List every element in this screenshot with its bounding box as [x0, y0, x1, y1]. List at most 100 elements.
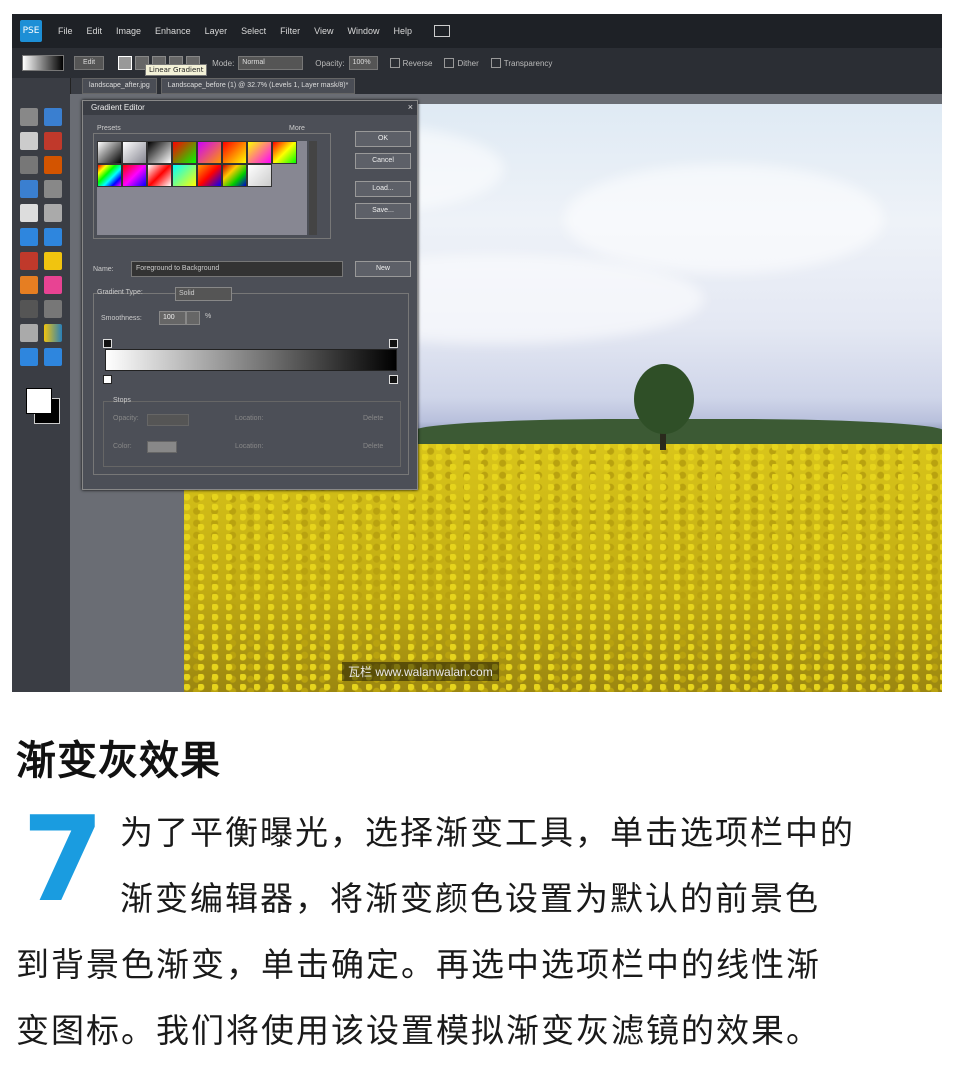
close-icon[interactable]: × — [408, 102, 413, 112]
preset-swatch[interactable] — [222, 164, 247, 187]
transparency-label: Transparency — [503, 58, 553, 68]
eraser-tool-icon[interactable] — [44, 276, 62, 294]
smoothness-unit: % — [205, 313, 212, 320]
preset-swatch[interactable] — [247, 141, 272, 164]
name-field[interactable]: Foreground to Background — [131, 261, 343, 277]
preset-swatch[interactable] — [222, 141, 247, 164]
eyedropper-tool-icon[interactable] — [44, 132, 62, 150]
smoothness-arrow-icon[interactable] — [186, 311, 200, 325]
save-button[interactable]: Save... — [355, 203, 411, 219]
selection-brush-icon[interactable] — [44, 180, 62, 198]
smart-brush-icon[interactable] — [44, 300, 62, 318]
stop-color-location-label: Location: — [235, 443, 264, 450]
stop-color-swatch[interactable] — [147, 441, 177, 453]
stop-delete-button[interactable]: Delete — [363, 415, 383, 422]
preset-swatch[interactable] — [272, 141, 297, 164]
dither-checkbox[interactable] — [444, 58, 455, 68]
foreground-color-swatch[interactable] — [26, 388, 52, 414]
preset-swatch[interactable] — [97, 141, 122, 164]
blur-tool-icon[interactable] — [44, 348, 62, 366]
opacity-stop-right[interactable] — [389, 339, 398, 348]
gradient-tool-icon[interactable] — [44, 324, 62, 342]
stop-color-label: Color: — [113, 443, 132, 450]
clone-stamp-icon[interactable] — [20, 276, 38, 294]
tree — [634, 364, 694, 434]
menu-layer[interactable]: Layer — [205, 26, 228, 36]
magic-wand-icon[interactable] — [20, 180, 38, 198]
menu-bar: PSE File Edit Image Enhance Layer Select… — [12, 14, 942, 48]
reverse-checkbox[interactable] — [389, 58, 400, 68]
new-button[interactable]: New — [355, 261, 411, 277]
marquee-tool-icon[interactable] — [20, 156, 38, 174]
smoothness-field[interactable]: 100 — [159, 311, 186, 325]
ok-button[interactable]: OK — [355, 131, 411, 147]
menu-edit[interactable]: Edit — [87, 26, 103, 36]
menu-window[interactable]: Window — [347, 26, 379, 36]
zoom-tool-icon[interactable] — [44, 108, 62, 126]
menu-view[interactable]: View — [314, 26, 333, 36]
stop-opacity-field[interactable] — [147, 414, 189, 426]
stop-color-delete-button[interactable]: Delete — [363, 443, 383, 450]
menu-filter[interactable]: Filter — [280, 26, 300, 36]
mode-select[interactable]: Normal — [238, 56, 304, 70]
shape-tool-icon[interactable] — [20, 348, 38, 366]
name-label: Name: — [93, 266, 114, 273]
straighten-tool-icon[interactable] — [44, 228, 62, 246]
reverse-label: Reverse — [402, 58, 433, 68]
healing-brush-icon[interactable] — [44, 252, 62, 270]
brush-tool-icon[interactable] — [20, 300, 38, 318]
paint-bucket-icon[interactable] — [20, 324, 38, 342]
menu-image[interactable]: Image — [116, 26, 141, 36]
preset-swatch[interactable] — [122, 141, 147, 164]
preset-swatch[interactable] — [147, 141, 172, 164]
menu-file[interactable]: File — [58, 26, 73, 36]
load-button[interactable]: Load... — [355, 181, 411, 197]
hand-tool-icon[interactable] — [20, 132, 38, 150]
menu-select[interactable]: Select — [241, 26, 266, 36]
more-button[interactable]: More — [289, 125, 305, 132]
workspace-grid-icon[interactable] — [434, 25, 450, 37]
preset-swatch[interactable] — [247, 164, 272, 187]
type-tool-icon[interactable] — [20, 204, 38, 222]
preset-swatch[interactable] — [197, 141, 222, 164]
menu-enhance[interactable]: Enhance — [155, 26, 191, 36]
opacity-field[interactable]: 100% — [348, 56, 378, 70]
move-tool-icon[interactable] — [20, 108, 38, 126]
tab-landscape-before[interactable]: Landscape_before (1) @ 32.7% (Levels 1, … — [160, 78, 356, 94]
smoothness-label: Smoothness: — [101, 315, 142, 322]
body-line-1: 为了平衡曝光，选择渐变工具，单击选项栏中的 — [120, 813, 855, 852]
preset-swatch[interactable] — [172, 141, 197, 164]
color-stop-right[interactable] — [389, 375, 398, 384]
section-heading: 渐变灰效果 — [16, 738, 221, 784]
stop-opacity-label: Opacity: — [113, 415, 139, 422]
document-tabs: landscape_after.jpg Landscape_before (1)… — [82, 78, 942, 94]
body-line-2: 渐变编辑器，将渐变颜色设置为默认的前景色 — [120, 879, 820, 918]
red-eye-tool-icon[interactable] — [20, 252, 38, 270]
preset-swatch[interactable] — [197, 164, 222, 187]
tab-landscape-after[interactable]: landscape_after.jpg — [82, 78, 157, 94]
tooltip: Linear Gradient — [145, 64, 208, 76]
preset-swatch[interactable] — [97, 164, 122, 187]
lasso-tool-icon[interactable] — [44, 156, 62, 174]
opacity-stop-left[interactable] — [103, 339, 112, 348]
cookie-cutter-icon[interactable] — [20, 228, 38, 246]
gradient-type-select[interactable]: Solid — [175, 287, 232, 301]
edit-gradient-button[interactable]: Edit — [74, 56, 105, 70]
color-stop-left[interactable] — [103, 375, 112, 384]
stops-group — [103, 401, 401, 467]
app-logo-icon: PSE — [20, 20, 42, 42]
gradient-preview-bar — [105, 349, 397, 371]
gradient-editor-dialog: Gradient Editor × Presets More OK Cancel… — [82, 100, 418, 490]
gradient-picker[interactable] — [22, 55, 64, 71]
opacity-label: Opacity: — [315, 58, 345, 68]
crop-tool-icon[interactable] — [44, 204, 62, 222]
preset-swatch[interactable] — [147, 164, 172, 187]
presets-scrollbar[interactable] — [309, 141, 317, 235]
cancel-button[interactable]: Cancel — [355, 153, 411, 169]
transparency-checkbox[interactable] — [490, 58, 501, 68]
linear-gradient-icon[interactable] — [118, 56, 133, 70]
preset-swatch[interactable] — [122, 164, 147, 187]
step-number: 7 — [22, 790, 105, 928]
preset-swatch[interactable] — [172, 164, 197, 187]
menu-help[interactable]: Help — [393, 26, 412, 36]
